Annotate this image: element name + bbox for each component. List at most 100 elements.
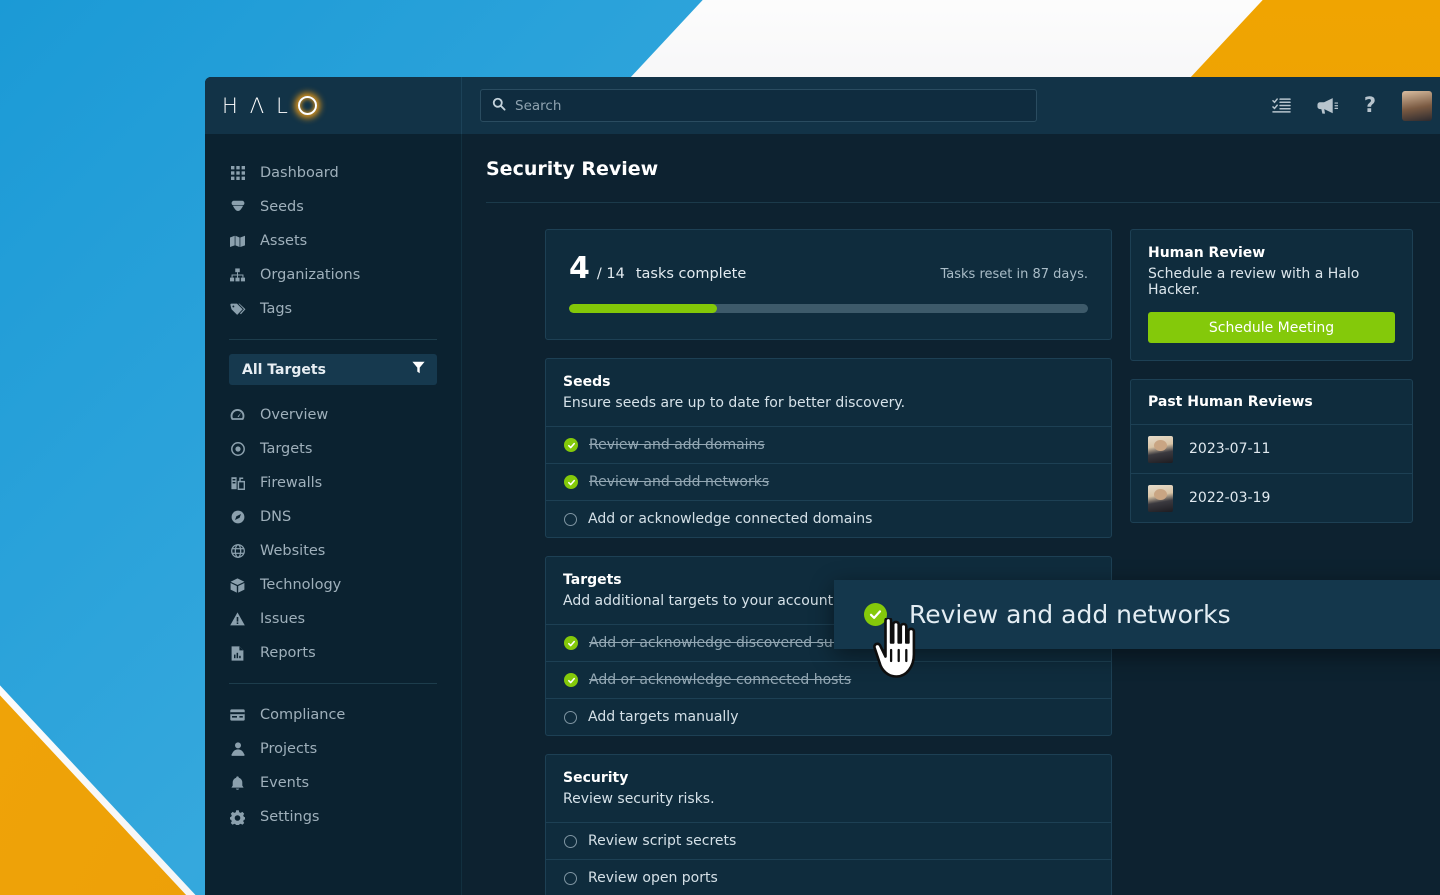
card-icon bbox=[229, 709, 246, 721]
task-row[interactable]: Review script secrets bbox=[546, 822, 1111, 859]
sidebar-item-label: Settings bbox=[260, 809, 319, 825]
empty-circle-icon bbox=[564, 872, 577, 885]
magnified-task-label: Review and add networks bbox=[909, 600, 1231, 629]
task-label: Review and add networks bbox=[589, 474, 769, 490]
app-body: Dashboard Seeds bbox=[205, 134, 1440, 895]
empty-circle-icon bbox=[564, 513, 577, 526]
sidebar-item-tags[interactable]: Tags bbox=[205, 292, 461, 326]
human-review-card: Human Review Schedule a review with a Ha… bbox=[1130, 229, 1413, 361]
sidebar-item-label: Firewalls bbox=[260, 475, 322, 491]
person-icon bbox=[229, 742, 246, 756]
task-section-header: SeedsEnsure seeds are up to date for bet… bbox=[546, 359, 1111, 426]
task-label: Add or acknowledge connected domains bbox=[588, 511, 872, 527]
task-row[interactable]: Add targets manually bbox=[546, 698, 1111, 735]
sidebar: Dashboard Seeds bbox=[205, 134, 462, 895]
tasks-completed-count: 4 bbox=[569, 254, 590, 284]
gauge-icon bbox=[229, 408, 246, 422]
task-row[interactable]: Add or acknowledge connected hosts bbox=[546, 661, 1111, 698]
sidebar-item-label: Targets bbox=[260, 441, 312, 457]
megaphone-icon[interactable] bbox=[1317, 97, 1338, 115]
progress-summary: 4 / 14 tasks complete bbox=[569, 254, 746, 284]
past-human-reviews-title: Past Human Reviews bbox=[1131, 380, 1412, 424]
sidebar-item-dns[interactable]: DNS bbox=[205, 500, 461, 534]
help-icon-glyph: ? bbox=[1364, 95, 1376, 116]
past-review-row[interactable]: 2023-07-11 bbox=[1131, 424, 1412, 473]
task-row[interactable]: Review open ports bbox=[546, 859, 1111, 895]
sidebar-item-compliance[interactable]: Compliance bbox=[205, 698, 461, 732]
top-bar: H Λ L bbox=[205, 77, 1440, 134]
globe-icon bbox=[229, 544, 246, 558]
task-section-card: SeedsEnsure seeds are up to date for bet… bbox=[545, 358, 1112, 538]
task-label: Review open ports bbox=[588, 870, 718, 886]
empty-circle-icon bbox=[564, 835, 577, 848]
logo-letter-a: Λ bbox=[250, 94, 269, 118]
user-avatar[interactable] bbox=[1402, 91, 1432, 121]
task-row[interactable]: Review and add domains bbox=[546, 426, 1111, 463]
logo-letter-h: H bbox=[222, 94, 243, 118]
search-box[interactable] bbox=[480, 89, 1037, 122]
task-row[interactable]: Add or acknowledge connected domains bbox=[546, 500, 1111, 537]
task-label: Review script secrets bbox=[588, 833, 736, 849]
halo-wordmark: H Λ L bbox=[222, 94, 317, 118]
bell-icon bbox=[229, 776, 246, 791]
target-filter-selector[interactable]: All Targets bbox=[229, 354, 437, 385]
sidebar-item-label: Events bbox=[260, 775, 309, 791]
sidebar-item-seeds[interactable]: Seeds bbox=[205, 190, 461, 224]
sidebar-item-targets[interactable]: Targets bbox=[205, 432, 461, 466]
past-review-row[interactable]: 2022-03-19 bbox=[1131, 473, 1412, 522]
page-title: Security Review bbox=[462, 134, 1440, 180]
sidebar-item-label: Reports bbox=[260, 645, 316, 661]
acorn-icon bbox=[229, 200, 246, 215]
target-icon bbox=[229, 442, 246, 456]
sidebar-item-label: Issues bbox=[260, 611, 305, 627]
magnified-task-overlay[interactable]: Review and add networks bbox=[834, 580, 1440, 649]
schedule-meeting-button[interactable]: Schedule Meeting bbox=[1148, 312, 1395, 343]
app-window: H Λ L bbox=[205, 77, 1440, 895]
search-icon bbox=[492, 96, 506, 115]
search-input[interactable] bbox=[515, 98, 1036, 114]
sidebar-item-assets[interactable]: Assets bbox=[205, 224, 461, 258]
progress-header: 4 / 14 tasks complete Tasks reset in 87 … bbox=[569, 254, 1088, 284]
logo-letter-l: L bbox=[276, 94, 293, 118]
firewall-icon bbox=[229, 476, 246, 490]
human-review-description: Schedule a review with a Halo Hacker. bbox=[1148, 266, 1395, 298]
progress-bar-track bbox=[569, 304, 1088, 313]
gear-icon bbox=[229, 810, 246, 825]
sidebar-item-label: Tags bbox=[260, 301, 292, 317]
sidebar-item-label: Assets bbox=[260, 233, 307, 249]
sidebar-item-organizations[interactable]: Organizations bbox=[205, 258, 461, 292]
sidebar-item-dashboard[interactable]: Dashboard bbox=[205, 156, 461, 190]
sidebar-item-technology[interactable]: Technology bbox=[205, 568, 461, 602]
progress-bar-fill bbox=[569, 304, 717, 313]
sidebar-item-events[interactable]: Events bbox=[205, 766, 461, 800]
task-section-header: SecurityReview security risks. bbox=[546, 755, 1111, 822]
sidebar-item-overview[interactable]: Overview bbox=[205, 398, 461, 432]
empty-circle-icon bbox=[564, 711, 577, 724]
sidebar-item-websites[interactable]: Websites bbox=[205, 534, 461, 568]
task-row[interactable]: Review and add networks bbox=[546, 463, 1111, 500]
task-section-description: Review security risks. bbox=[563, 791, 1092, 807]
sidebar-item-label: Overview bbox=[260, 407, 328, 423]
left-column: 4 / 14 tasks complete Tasks reset in 87 … bbox=[545, 229, 1112, 895]
sidebar-item-label: Seeds bbox=[260, 199, 304, 215]
past-review-date: 2022-03-19 bbox=[1189, 490, 1270, 506]
right-column: Human Review Schedule a review with a Ha… bbox=[1130, 229, 1413, 895]
brand-logo[interactable]: H Λ L bbox=[205, 77, 462, 134]
checklist-icon[interactable] bbox=[1272, 97, 1291, 114]
check-circle-icon bbox=[564, 438, 578, 452]
desktop-background: H Λ L bbox=[0, 0, 1440, 895]
tasks-reset-note: Tasks reset in 87 days. bbox=[941, 267, 1089, 282]
content-columns: 4 / 14 tasks complete Tasks reset in 87 … bbox=[462, 203, 1440, 895]
sidebar-item-reports[interactable]: Reports bbox=[205, 636, 461, 670]
help-icon[interactable]: ? bbox=[1364, 95, 1376, 116]
task-label: Add targets manually bbox=[588, 709, 738, 725]
sidebar-item-settings[interactable]: Settings bbox=[205, 800, 461, 834]
sidebar-item-projects[interactable]: Projects bbox=[205, 732, 461, 766]
reviewer-avatar bbox=[1148, 436, 1173, 463]
check-circle-icon bbox=[564, 673, 578, 687]
sidebar-item-issues[interactable]: Issues bbox=[205, 602, 461, 636]
sidebar-item-firewalls[interactable]: Firewalls bbox=[205, 466, 461, 500]
progress-card: 4 / 14 tasks complete Tasks reset in 87 … bbox=[545, 229, 1112, 340]
check-circle-icon bbox=[564, 636, 578, 650]
past-reviews-list: 2023-07-11 2022-03-19 bbox=[1131, 424, 1412, 522]
